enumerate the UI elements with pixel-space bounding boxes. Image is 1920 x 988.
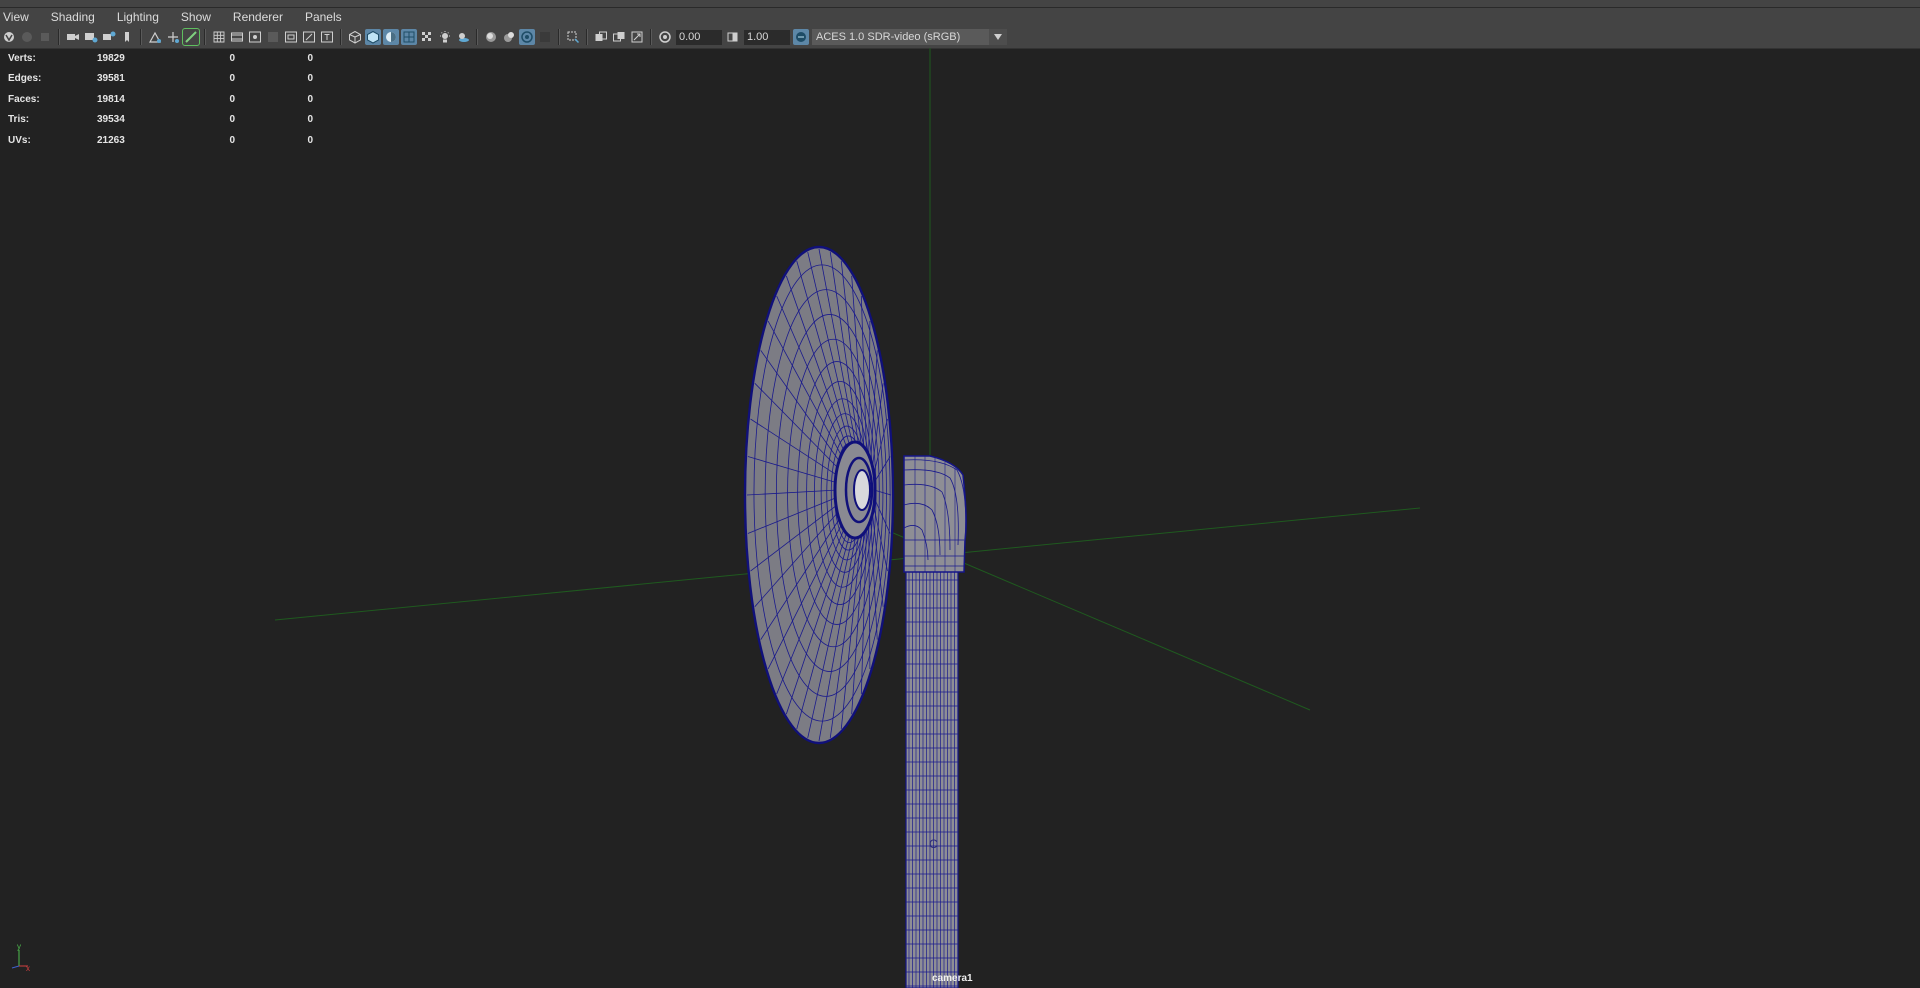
hud-value: 0 (229, 134, 235, 146)
hud-value: 0 (307, 134, 313, 146)
xray-joints-icon[interactable] (165, 29, 181, 45)
toolbar-divider (476, 29, 478, 45)
resolution-gate-icon[interactable] (247, 29, 263, 45)
exposure-icon[interactable] (657, 29, 673, 45)
hud-value: 21263 (97, 134, 125, 146)
toolbar-divider (650, 29, 652, 45)
hud-value: 19829 (97, 52, 125, 64)
grease-pencil-icon[interactable] (119, 29, 135, 45)
hud-value: 0 (229, 114, 235, 126)
toolbar-divider (204, 29, 206, 45)
hud-row: Edges: 39581 0 0 (8, 69, 313, 90)
lock-camera-icon[interactable] (19, 29, 35, 45)
viewport-canvas[interactable]: C (0, 48, 1920, 988)
isolate-select-icon[interactable] (147, 29, 163, 45)
multisample-aa-icon[interactable] (519, 29, 535, 45)
hud-row: Tris: 39534 0 0 (8, 110, 313, 131)
window-top-strip (0, 0, 1920, 8)
hud-value: 0 (229, 52, 235, 64)
safe-title-icon[interactable] (319, 29, 335, 45)
hud-label: Faces: (8, 93, 40, 105)
image-plane-icon[interactable] (83, 29, 99, 45)
hud-value: 19814 (97, 93, 125, 105)
textures-icon[interactable] (419, 29, 435, 45)
hud-value: 0 (307, 73, 313, 85)
motion-blur-icon[interactable] (501, 29, 517, 45)
grid-icon[interactable] (211, 29, 227, 45)
ambient-occlusion-icon[interactable] (483, 29, 499, 45)
two-d-pan-zoom-icon[interactable] (101, 29, 117, 45)
xray-icon[interactable] (593, 29, 609, 45)
panel-menu-bar: View Shading Lighting Show Renderer Pane… (0, 8, 1920, 26)
hud-value: 39581 (97, 73, 125, 85)
hud-label: Edges: (8, 73, 42, 85)
hud-row: Verts: 19829 0 0 (8, 48, 313, 69)
exposure-field[interactable]: 0.00 (676, 29, 722, 45)
hud-label: UVs: (8, 134, 31, 146)
smooth-shade-icon[interactable] (365, 29, 381, 45)
pivot-label: C (929, 837, 938, 851)
toolbar-divider (140, 29, 142, 45)
toolbar-divider (586, 29, 588, 45)
menu-renderer[interactable]: Renderer (229, 10, 289, 24)
xray-active-components-icon[interactable] (611, 29, 627, 45)
hud-value: 0 (229, 93, 235, 105)
bookmark-camera-icon[interactable] (37, 29, 53, 45)
safe-action-icon[interactable] (301, 29, 317, 45)
isolate-view-icon[interactable] (565, 29, 581, 45)
menu-view[interactable]: View (0, 10, 35, 24)
view-transform-icon[interactable] (793, 29, 809, 45)
hud-value: 39534 (97, 114, 125, 126)
default-material-icon[interactable] (383, 29, 399, 45)
camera-name-label: camera1 (932, 973, 973, 984)
gamma-icon[interactable] (725, 29, 741, 45)
fan-dish (743, 245, 895, 745)
wireframe-mode-icon[interactable] (347, 29, 363, 45)
shaded-textured-icon[interactable] (401, 29, 417, 45)
toolbar-divider (558, 29, 560, 45)
hud-label: Verts: (8, 52, 36, 64)
toolbar-divider (340, 29, 342, 45)
select-camera-icon[interactable] (1, 29, 17, 45)
view-axis-indicator: y x (11, 942, 30, 972)
menu-lighting[interactable]: Lighting (113, 10, 165, 24)
toolbar-divider (58, 29, 60, 45)
gamma-field[interactable]: 1.00 (744, 29, 790, 45)
gate-mask-icon[interactable] (265, 29, 281, 45)
use-all-lights-icon[interactable] (437, 29, 453, 45)
fan-elbow (903, 455, 967, 573)
hud-row: UVs: 21263 0 0 (8, 130, 313, 151)
hud-label: Tris: (8, 114, 30, 126)
film-gate-icon[interactable] (229, 29, 245, 45)
hud-value: 0 (229, 73, 235, 85)
axis-x-label: x (26, 964, 30, 972)
hud-row: Faces: 19814 0 0 (8, 89, 313, 110)
hud-value: 0 (307, 93, 313, 105)
color-space-dropdown[interactable]: ACES 1.0 SDR-video (sRGB) (812, 29, 1007, 45)
poly-count-hud: Verts: 19829 0 0 Edges: 39581 0 0 Faces:… (8, 48, 313, 151)
camera-attributes-icon[interactable] (65, 29, 81, 45)
chevron-down-icon[interactable] (989, 29, 1007, 45)
wireframe-on-shaded-icon[interactable] (182, 28, 200, 46)
hud-value: 0 (307, 114, 313, 126)
axis-y-label: y (17, 942, 21, 951)
fan-pole: C (905, 544, 959, 988)
panel-toolbar: 0.00 1.00 ACES 1.0 SDR-video (sRGB) (0, 26, 1920, 49)
depth-of-field-icon[interactable] (537, 29, 553, 45)
shadows-icon[interactable] (455, 29, 471, 45)
menu-shading[interactable]: Shading (47, 10, 101, 24)
menu-panels[interactable]: Panels (301, 10, 348, 24)
menu-show[interactable]: Show (177, 10, 217, 24)
field-chart-icon[interactable] (283, 29, 299, 45)
backface-culling-icon[interactable] (629, 29, 645, 45)
hud-value: 0 (307, 52, 313, 64)
color-space-label: ACES 1.0 SDR-video (sRGB) (816, 31, 961, 43)
